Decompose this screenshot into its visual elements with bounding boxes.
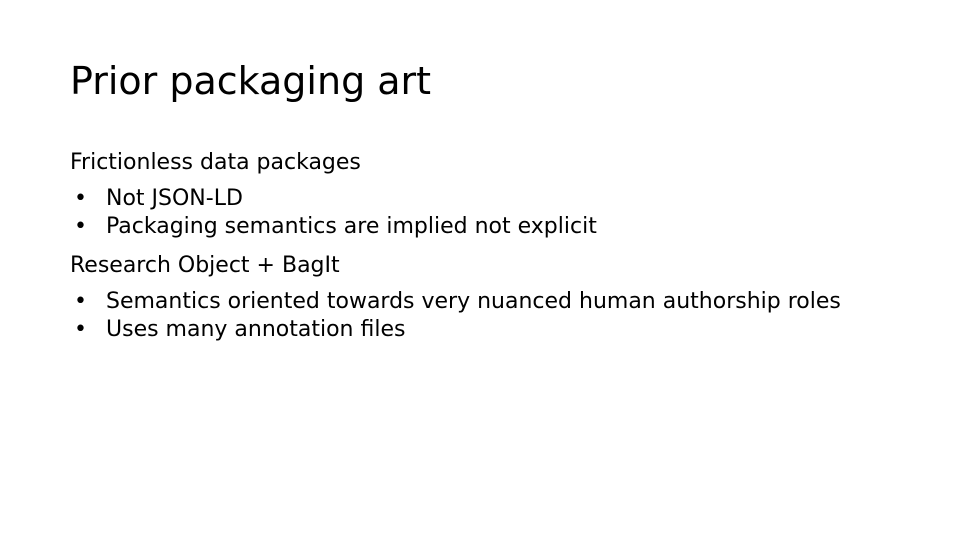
bullet-icon: • (74, 317, 87, 342)
slide-body: Frictionless data packages • Not JSON-LD… (70, 148, 890, 354)
bullet-text: Packaging semantics are implied not expl… (106, 214, 597, 239)
bullet-item: • Semantics oriented towards very nuance… (70, 288, 890, 316)
bullet-text: Not JSON-LD (106, 186, 243, 211)
section-frictionless: Frictionless data packages • Not JSON-LD… (70, 148, 890, 241)
bullet-icon: • (74, 186, 87, 211)
bullet-item: • Packaging semantics are implied not ex… (70, 213, 890, 241)
bullet-icon: • (74, 214, 87, 239)
slide: Prior packaging art Frictionless data pa… (0, 0, 960, 540)
bullet-list: • Semantics oriented towards very nuance… (70, 288, 890, 344)
bullet-icon: • (74, 289, 87, 314)
bullet-text: Uses many annotation files (106, 317, 406, 342)
section-heading: Research Object + BagIt (70, 253, 340, 278)
section-heading: Frictionless data packages (70, 150, 361, 175)
bullet-item: • Not JSON-LD (70, 185, 890, 213)
bullet-text: Semantics oriented towards very nuanced … (106, 289, 841, 314)
bullet-list: • Not JSON-LD • Packaging semantics are … (70, 185, 890, 241)
slide-title: Prior packaging art (70, 59, 432, 103)
bullet-item: • Uses many annotation files (70, 316, 890, 344)
section-research-object: Research Object + BagIt • Semantics orie… (70, 251, 890, 344)
